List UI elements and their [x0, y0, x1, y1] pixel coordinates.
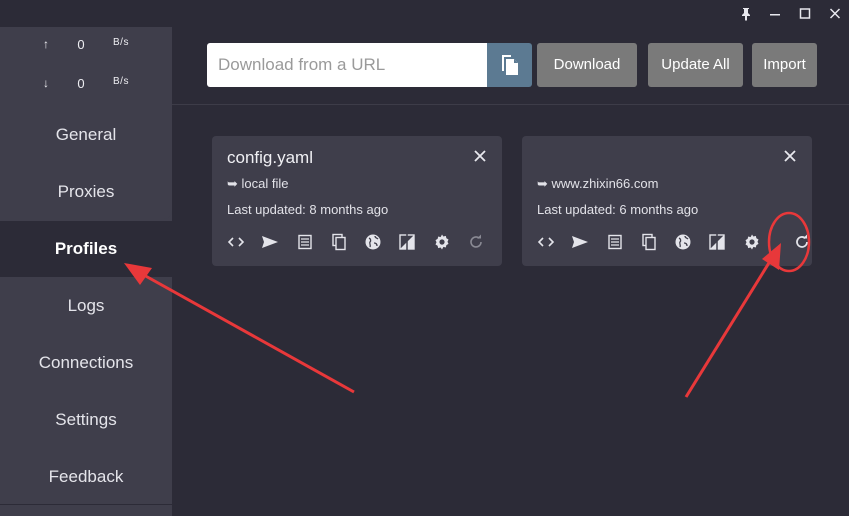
compare-icon[interactable] — [398, 233, 416, 251]
download-unit: B/s — [113, 76, 129, 87]
globe-icon[interactable] — [674, 233, 692, 251]
gear-icon[interactable] — [433, 233, 451, 251]
close-icon[interactable] — [472, 148, 488, 164]
annotation-arrow-to-refresh — [684, 243, 781, 398]
copy-icon[interactable] — [640, 233, 658, 251]
sidebar-item-profiles[interactable]: Profiles — [0, 221, 172, 277]
download-arrow-icon: ↓ — [43, 76, 49, 90]
sidebar-divider — [0, 504, 172, 505]
profile-updated: Last updated: 8 months ago — [227, 202, 389, 217]
download-value: 0 — [77, 76, 85, 91]
close-icon[interactable] — [782, 148, 798, 164]
clash-window: ↑ 0 B/s ↓ 0 B/s General Proxies Profiles… — [0, 0, 849, 516]
sidebar-item-proxies[interactable]: Proxies — [0, 164, 172, 220]
paste-button[interactable] — [487, 43, 532, 87]
gear-icon[interactable] — [743, 233, 761, 251]
sidebar-item-connections[interactable]: Connections — [0, 335, 172, 391]
refresh-icon[interactable] — [793, 233, 811, 251]
profile-card[interactable]: config.yaml ➥ local file Last updated: 8… — [212, 136, 502, 266]
sidebar-item-feedback[interactable]: Feedback — [0, 449, 172, 505]
profiles-toolbar: Download Update All Import — [172, 27, 849, 105]
sidebar-item-settings[interactable]: Settings — [0, 392, 172, 448]
maximize-icon[interactable] — [794, 4, 816, 24]
pin-icon[interactable] — [735, 4, 757, 24]
import-button[interactable]: Import — [752, 43, 817, 87]
profile-actions — [227, 233, 497, 251]
title-bar — [0, 0, 849, 27]
profile-card[interactable]: ➥ www.zhixin66.com Last updated: 6 month… — [522, 136, 812, 266]
globe-icon[interactable] — [364, 233, 382, 251]
profile-actions — [537, 233, 808, 251]
copy-icon[interactable] — [330, 233, 348, 251]
minimize-icon[interactable] — [764, 4, 786, 24]
download-speed: ↓ 0 B/s — [0, 76, 172, 96]
traffic-speed: ↑ 0 B/s ↓ 0 B/s — [0, 27, 172, 105]
upload-speed: ↑ 0 B/s — [0, 37, 172, 57]
update-all-button[interactable]: Update All — [648, 43, 743, 87]
sidebar: ↑ 0 B/s ↓ 0 B/s General Proxies Profiles… — [0, 27, 172, 516]
upload-arrow-icon: ↑ — [43, 37, 49, 51]
code-icon[interactable] — [537, 233, 555, 251]
list-icon[interactable] — [296, 233, 314, 251]
profile-source: ➥ www.zhixin66.com — [537, 176, 659, 191]
refresh-icon[interactable] — [467, 233, 485, 251]
profile-name: config.yaml — [227, 148, 313, 167]
close-icon[interactable] — [824, 4, 846, 24]
download-button[interactable]: Download — [537, 43, 637, 87]
sidebar-item-logs[interactable]: Logs — [0, 278, 172, 334]
upload-value: 0 — [77, 37, 85, 52]
send-icon[interactable] — [571, 233, 589, 251]
upload-unit: B/s — [113, 37, 129, 48]
paste-icon — [502, 55, 518, 75]
code-icon[interactable] — [227, 233, 245, 251]
list-icon[interactable] — [606, 233, 624, 251]
profile-source: ➥ local file — [227, 176, 289, 191]
send-icon[interactable] — [261, 233, 279, 251]
compare-icon[interactable] — [708, 233, 726, 251]
sidebar-item-general[interactable]: General — [0, 107, 172, 163]
url-input[interactable] — [207, 43, 487, 87]
profile-updated: Last updated: 6 months ago — [537, 202, 699, 217]
